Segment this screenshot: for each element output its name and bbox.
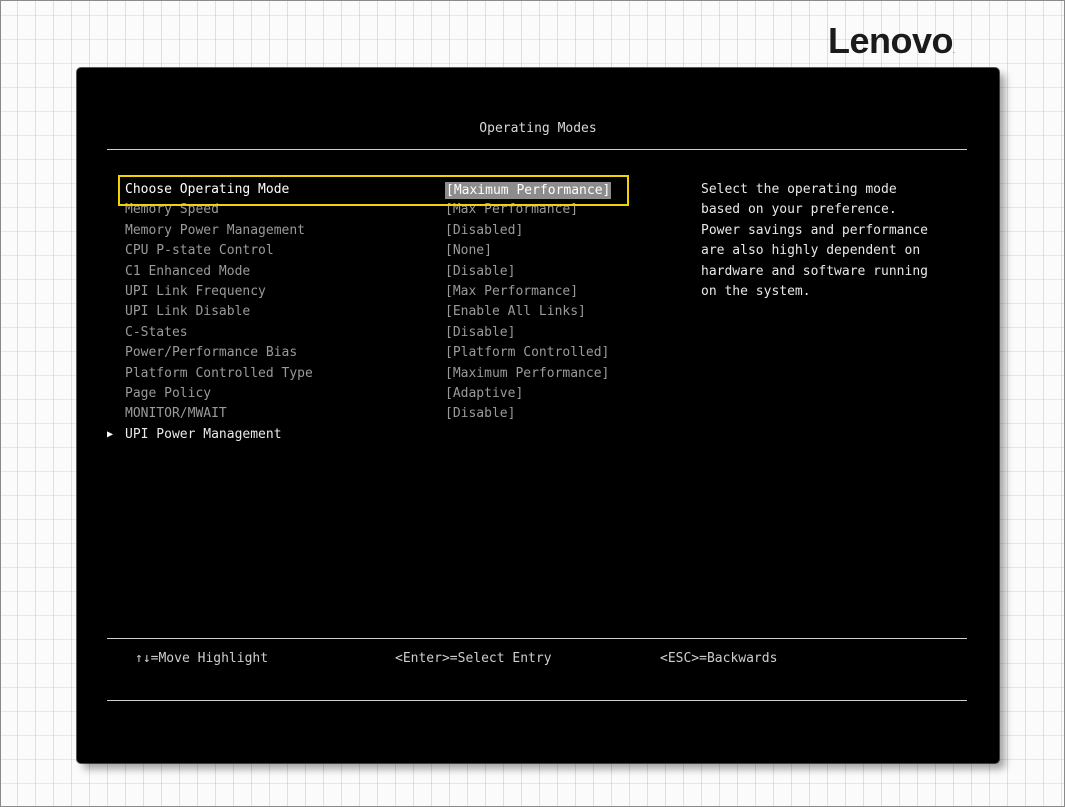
- page-title: Operating Modes: [479, 121, 597, 136]
- menu-item-label: Memory Speed: [125, 202, 219, 218]
- menu-item-label: C1 Enhanced Mode: [125, 263, 251, 279]
- menu-item-value[interactable]: [Disable]: [445, 323, 515, 343]
- menu-item-upi-power-management[interactable]: ▶ UPI Power Management: [107, 425, 647, 445]
- menu-item-label: Memory Power Management: [125, 222, 306, 238]
- menu-item-label: MONITOR/MWAIT: [125, 406, 227, 422]
- menu-item-upi-link-frequency[interactable]: UPI Link Frequency [Max Performance]: [117, 282, 647, 302]
- menu-item-value[interactable]: [Maximum Performance]: [445, 364, 609, 384]
- menu-item-page-policy[interactable]: Page Policy [Adaptive]: [117, 384, 647, 404]
- menu-item-label: UPI Link Frequency: [125, 283, 266, 299]
- menu-item-label: Power/Performance Bias: [125, 345, 298, 361]
- settings-menu: Choose Operating Mode [Maximum Performan…: [107, 180, 647, 445]
- menu-item-platform-controlled-type[interactable]: Platform Controlled Type [Maximum Perfor…: [117, 364, 647, 384]
- help-text-line: based on your preference.: [701, 202, 897, 218]
- select-entry-hint: <Enter>=Select Entry: [395, 651, 552, 666]
- help-text-line: are also highly dependent on: [701, 243, 921, 259]
- menu-item-value[interactable]: [Disable]: [445, 404, 515, 424]
- menu-item-label: CPU P-state Control: [125, 243, 274, 259]
- help-panel: Select the operating mode based on your …: [701, 180, 981, 302]
- menu-item-label: UPI Power Management: [125, 426, 282, 442]
- menu-item-monitor-mwait[interactable]: MONITOR/MWAIT [Disable]: [117, 404, 647, 424]
- menu-item-label: Platform Controlled Type: [125, 365, 313, 381]
- menu-item-label: Choose Operating Mode: [125, 182, 290, 197]
- help-text-line: Select the operating mode: [701, 182, 897, 197]
- menu-item-memory-speed[interactable]: Memory Speed [Max Performance]: [117, 200, 647, 220]
- bios-screen: Operating Modes Choose Operating Mode [M…: [77, 68, 999, 763]
- menu-item-value[interactable]: [Disable]: [445, 262, 515, 282]
- menu-item-upi-link-disable[interactable]: UPI Link Disable [Enable All Links]: [117, 302, 647, 322]
- footer-top-divider: [107, 638, 967, 639]
- menu-item-value[interactable]: [Maximum Performance]: [445, 182, 612, 199]
- menu-item-value[interactable]: [Adaptive]: [445, 384, 523, 404]
- move-highlight-hint: ↑↓=Move Highlight: [135, 651, 269, 666]
- help-text-line: on the system.: [701, 284, 811, 300]
- menu-item-choose-operating-mode[interactable]: Choose Operating Mode [Maximum Performan…: [117, 180, 647, 200]
- menu-item-label: Page Policy: [125, 385, 212, 401]
- menu-item-c-states[interactable]: C-States [Disable]: [117, 323, 647, 343]
- menu-item-label: UPI Link Disable: [125, 304, 251, 320]
- menu-item-value[interactable]: [Max Performance]: [445, 282, 578, 302]
- footer-bottom-divider: [107, 700, 967, 701]
- help-text-line: hardware and software running: [701, 263, 928, 279]
- menu-item-value[interactable]: [Enable All Links]: [445, 302, 586, 322]
- menu-item-c1-enhanced-mode[interactable]: C1 Enhanced Mode [Disable]: [117, 262, 647, 282]
- menu-item-value[interactable]: [Disabled]: [445, 221, 523, 241]
- help-text-line: Power savings and performance: [701, 222, 928, 238]
- menu-item-value[interactable]: [None]: [445, 241, 492, 261]
- menu-item-memory-power-management[interactable]: Memory Power Management [Disabled]: [117, 221, 647, 241]
- backwards-hint: <ESC>=Backwards: [660, 651, 778, 666]
- title-divider: [107, 149, 967, 150]
- menu-item-value[interactable]: [Platform Controlled]: [445, 343, 609, 363]
- menu-item-label: C-States: [125, 324, 188, 340]
- menu-item-power-performance-bias[interactable]: Power/Performance Bias [Platform Control…: [117, 343, 647, 363]
- menu-item-value[interactable]: [Max Performance]: [445, 200, 578, 220]
- triangle-right-icon: ▶: [107, 428, 114, 440]
- menu-item-cpu-pstate-control[interactable]: CPU P-state Control [None]: [117, 241, 647, 261]
